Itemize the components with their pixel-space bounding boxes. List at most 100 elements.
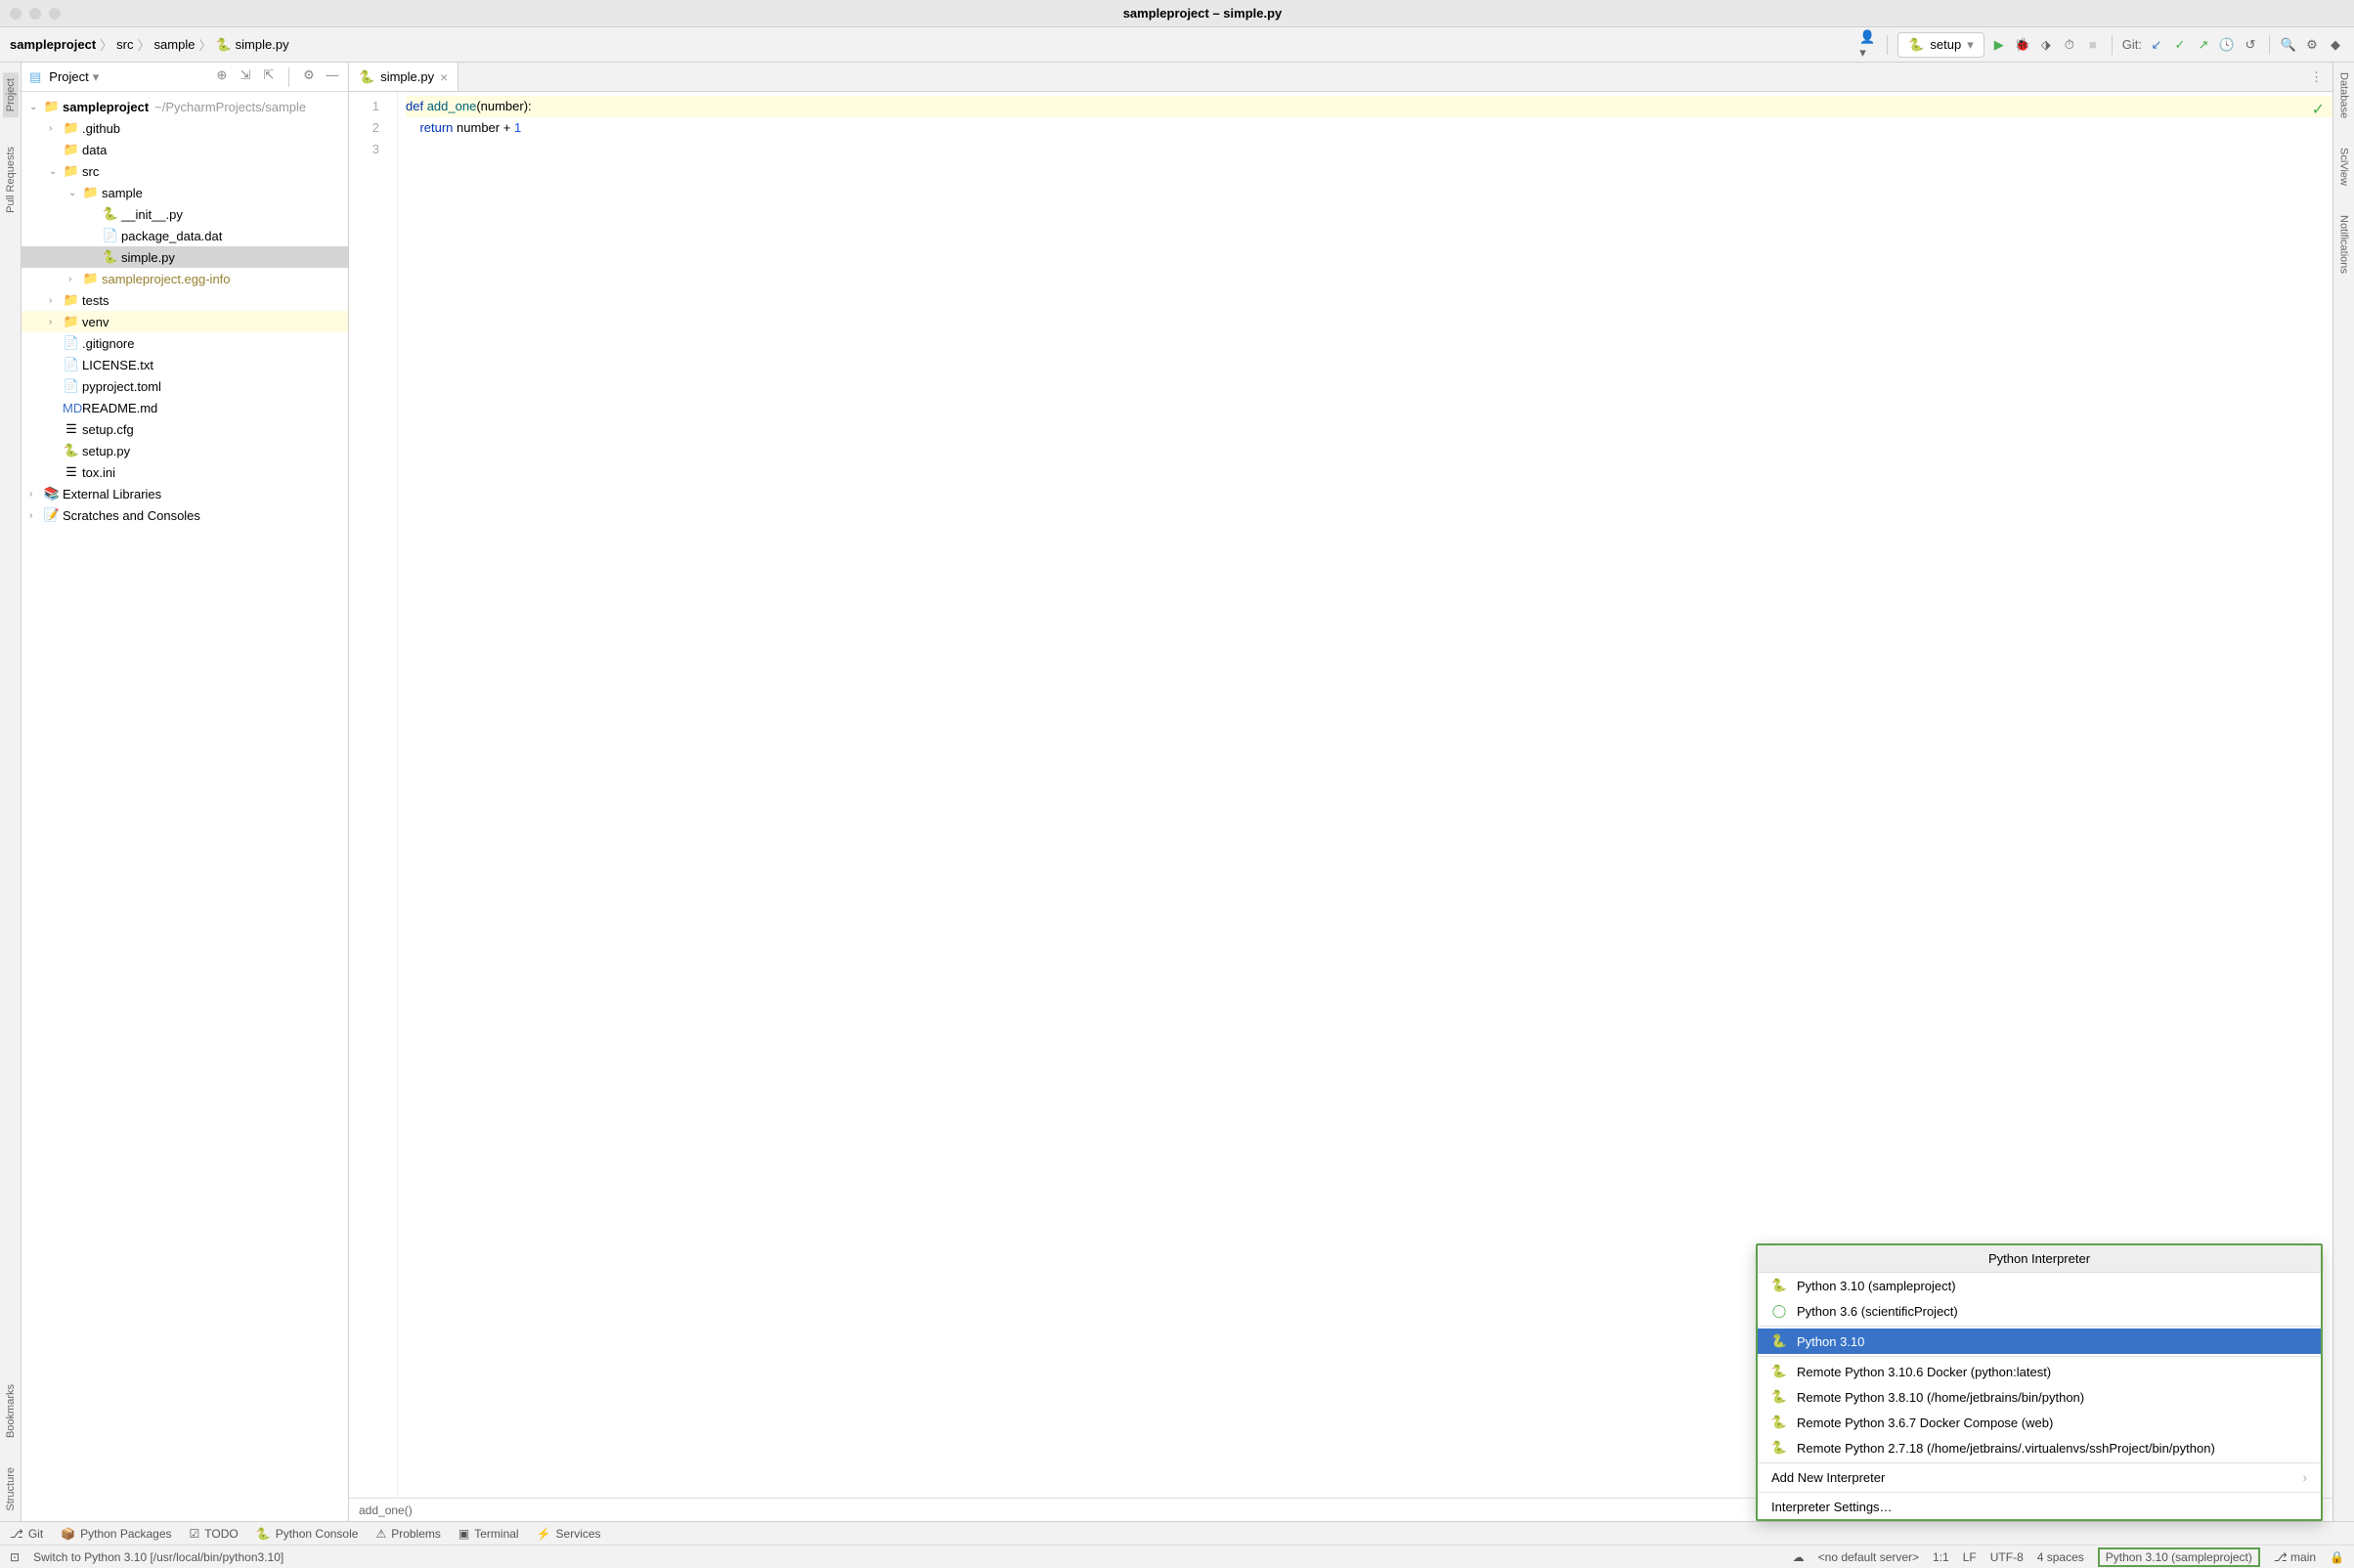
crumb-sample[interactable]: sample bbox=[154, 37, 196, 52]
tree-folder-github[interactable]: ›📁.github bbox=[22, 117, 348, 139]
git-commit-icon[interactable]: ✓ bbox=[2171, 36, 2189, 54]
maximize-window-button[interactable] bbox=[49, 8, 61, 20]
interpreter-option-selected[interactable]: 🐍 Python 3.10 bbox=[1758, 1328, 2321, 1354]
stripe-pull-requests[interactable]: Pull Requests bbox=[5, 147, 17, 213]
stop-button[interactable]: ■ bbox=[2084, 36, 2102, 54]
status-line-ending[interactable]: LF bbox=[1963, 1550, 1977, 1564]
git-history-icon[interactable]: 🕓 bbox=[2218, 36, 2236, 54]
tree-file-toxini[interactable]: ☰tox.ini bbox=[22, 461, 348, 483]
interpreter-option[interactable]: 🐍 Remote Python 3.10.6 Docker (python:la… bbox=[1758, 1359, 2321, 1384]
tree-folder-src[interactable]: ⌄📁src bbox=[22, 160, 348, 182]
python-icon: 🐍 bbox=[1771, 1278, 1787, 1293]
jetbrains-toolbox-icon[interactable]: ◆ bbox=[2327, 36, 2344, 54]
interpreter-option[interactable]: 🐍 Python 3.10 (sampleproject) bbox=[1758, 1273, 2321, 1298]
panel-settings-icon[interactable]: ⚙ bbox=[301, 67, 317, 83]
right-tool-stripe: Database SciView Notifications bbox=[2332, 63, 2354, 1521]
hide-panel-icon[interactable]: — bbox=[325, 67, 340, 83]
settings-icon[interactable]: ⚙ bbox=[2303, 36, 2321, 54]
minimize-window-button[interactable] bbox=[29, 8, 41, 20]
crumb-src[interactable]: src bbox=[116, 37, 133, 52]
tree-folder-sample[interactable]: ⌄📁sample bbox=[22, 182, 348, 203]
problems-icon: ⚠ bbox=[375, 1527, 386, 1541]
bottom-python-packages[interactable]: 📦Python Packages bbox=[61, 1527, 171, 1541]
main-toolbar: sampleproject 〉 src 〉 sample 〉 🐍 simple.… bbox=[0, 27, 2354, 63]
stripe-notifications[interactable]: Notifications bbox=[2338, 215, 2350, 274]
editor-tab-simple[interactable]: 🐍 simple.py × bbox=[349, 63, 458, 91]
search-everywhere-icon[interactable]: 🔍 bbox=[2280, 36, 2297, 54]
profile-button[interactable]: ⏱ bbox=[2061, 36, 2078, 54]
folder-icon: 📁 bbox=[63, 142, 80, 157]
lock-icon[interactable]: 🔒 bbox=[2330, 1550, 2344, 1564]
tree-file-license[interactable]: 📄LICENSE.txt bbox=[22, 354, 348, 375]
coverage-button[interactable]: ⬗ bbox=[2037, 36, 2055, 54]
editor-tab-menu-icon[interactable]: ⋮ bbox=[2300, 63, 2332, 91]
stripe-sciview[interactable]: SciView bbox=[2338, 148, 2350, 186]
crumb-project[interactable]: sampleproject bbox=[10, 37, 96, 52]
bottom-terminal[interactable]: ▣Terminal bbox=[458, 1527, 519, 1541]
inspection-ok-icon[interactable]: ✓ bbox=[2312, 100, 2325, 119]
bottom-git[interactable]: ⎇Git bbox=[10, 1527, 43, 1541]
project-panel-title[interactable]: Project ▾ bbox=[49, 69, 99, 85]
python-icon: 🐍 bbox=[1771, 1364, 1787, 1379]
interpreter-settings[interactable]: Interpreter Settings… bbox=[1758, 1495, 2321, 1519]
expand-all-icon[interactable]: ⇲ bbox=[238, 67, 253, 83]
tree-folder-data[interactable]: 📁data bbox=[22, 139, 348, 160]
close-tab-icon[interactable]: × bbox=[440, 69, 448, 85]
collapse-all-icon[interactable]: ⇱ bbox=[261, 67, 277, 83]
stripe-project[interactable]: Project bbox=[3, 72, 19, 117]
deployment-icon[interactable]: ☁ bbox=[1793, 1550, 1805, 1564]
bottom-services[interactable]: ⚡Services bbox=[537, 1527, 601, 1541]
editor-area: 🐍 simple.py × ⋮ 1 2 3 def add_one(number… bbox=[349, 63, 2332, 1521]
close-window-button[interactable] bbox=[10, 8, 22, 20]
add-new-interpreter[interactable]: Add New Interpreter › bbox=[1758, 1465, 2321, 1490]
tree-folder-egg-info[interactable]: ›📁sampleproject.egg-info bbox=[22, 268, 348, 289]
tree-file-setuppy[interactable]: 🐍setup.py bbox=[22, 440, 348, 461]
tree-folder-venv[interactable]: ›📁venv bbox=[22, 311, 348, 332]
tree-file-gitignore[interactable]: 📄.gitignore bbox=[22, 332, 348, 354]
python-icon: 🐍 bbox=[1771, 1389, 1787, 1405]
tree-root[interactable]: ⌄📁 sampleproject ~/PycharmProjects/sampl… bbox=[22, 96, 348, 117]
file-icon: 📄 bbox=[63, 335, 80, 351]
status-encoding[interactable]: UTF-8 bbox=[1990, 1550, 2024, 1564]
tree-scratches[interactable]: ›📝Scratches and Consoles bbox=[22, 504, 348, 526]
stripe-structure[interactable]: Structure bbox=[5, 1467, 17, 1511]
bottom-problems[interactable]: ⚠Problems bbox=[375, 1527, 440, 1541]
interpreter-option[interactable]: 🐍 Remote Python 2.7.18 (/home/jetbrains/… bbox=[1758, 1435, 2321, 1460]
interpreter-option[interactable]: 🐍 Remote Python 3.6.7 Docker Compose (we… bbox=[1758, 1410, 2321, 1435]
status-interpreter[interactable]: Python 3.10 (sampleproject) bbox=[2098, 1547, 2260, 1567]
stripe-database[interactable]: Database bbox=[2338, 72, 2350, 118]
folder-icon: 📁 bbox=[63, 120, 80, 136]
run-configuration-selector[interactable]: 🐍 setup ▾ bbox=[1897, 32, 1984, 58]
run-button[interactable]: ▶ bbox=[1990, 36, 2008, 54]
bottom-todo[interactable]: ☑TODO bbox=[190, 1527, 239, 1541]
git-push-icon[interactable]: ↗ bbox=[2195, 36, 2212, 54]
crumb-file[interactable]: 🐍 simple.py bbox=[215, 37, 288, 53]
status-cursor-position[interactable]: 1:1 bbox=[1933, 1550, 1949, 1564]
tool-windows-icon[interactable]: ⊡ bbox=[10, 1550, 20, 1564]
terminal-icon: ▣ bbox=[458, 1527, 469, 1541]
python-icon: 🐍 bbox=[256, 1527, 271, 1541]
tree-file-readme[interactable]: MDREADME.md bbox=[22, 397, 348, 418]
git-rollback-icon[interactable]: ↺ bbox=[2242, 36, 2259, 54]
stripe-bookmarks[interactable]: Bookmarks bbox=[5, 1384, 17, 1438]
debug-button[interactable]: 🐞 bbox=[2014, 36, 2031, 54]
status-indent[interactable]: 4 spaces bbox=[2037, 1550, 2084, 1564]
tree-file-pyproject[interactable]: 📄pyproject.toml bbox=[22, 375, 348, 397]
bottom-python-console[interactable]: 🐍Python Console bbox=[256, 1527, 359, 1541]
scratches-icon: 📝 bbox=[43, 507, 61, 523]
tree-file-init[interactable]: 🐍__init__.py bbox=[22, 203, 348, 225]
tree-file-simple[interactable]: 🐍simple.py bbox=[22, 246, 348, 268]
tree-folder-tests[interactable]: ›📁tests bbox=[22, 289, 348, 311]
dropdown-arrow-icon: ▾ bbox=[1967, 37, 1974, 53]
status-server[interactable]: <no default server> bbox=[1818, 1550, 1919, 1564]
tree-file-package-data[interactable]: 📄package_data.dat bbox=[22, 225, 348, 246]
select-opened-file-icon[interactable]: ⊕ bbox=[214, 67, 230, 83]
tree-external-libraries[interactable]: ›📚External Libraries bbox=[22, 483, 348, 504]
status-git-branch[interactable]: ⎇ main bbox=[2274, 1550, 2316, 1564]
tree-file-setupcfg[interactable]: ☰setup.cfg bbox=[22, 418, 348, 440]
git-pull-icon[interactable]: ↙ bbox=[2148, 36, 2165, 54]
interpreter-option[interactable]: ◯ Python 3.6 (scientificProject) bbox=[1758, 1298, 2321, 1324]
python-file-icon: 🐍 bbox=[102, 249, 119, 265]
add-user-icon[interactable]: 👤▾ bbox=[1859, 36, 1877, 54]
interpreter-option[interactable]: 🐍 Remote Python 3.8.10 (/home/jetbrains/… bbox=[1758, 1384, 2321, 1410]
